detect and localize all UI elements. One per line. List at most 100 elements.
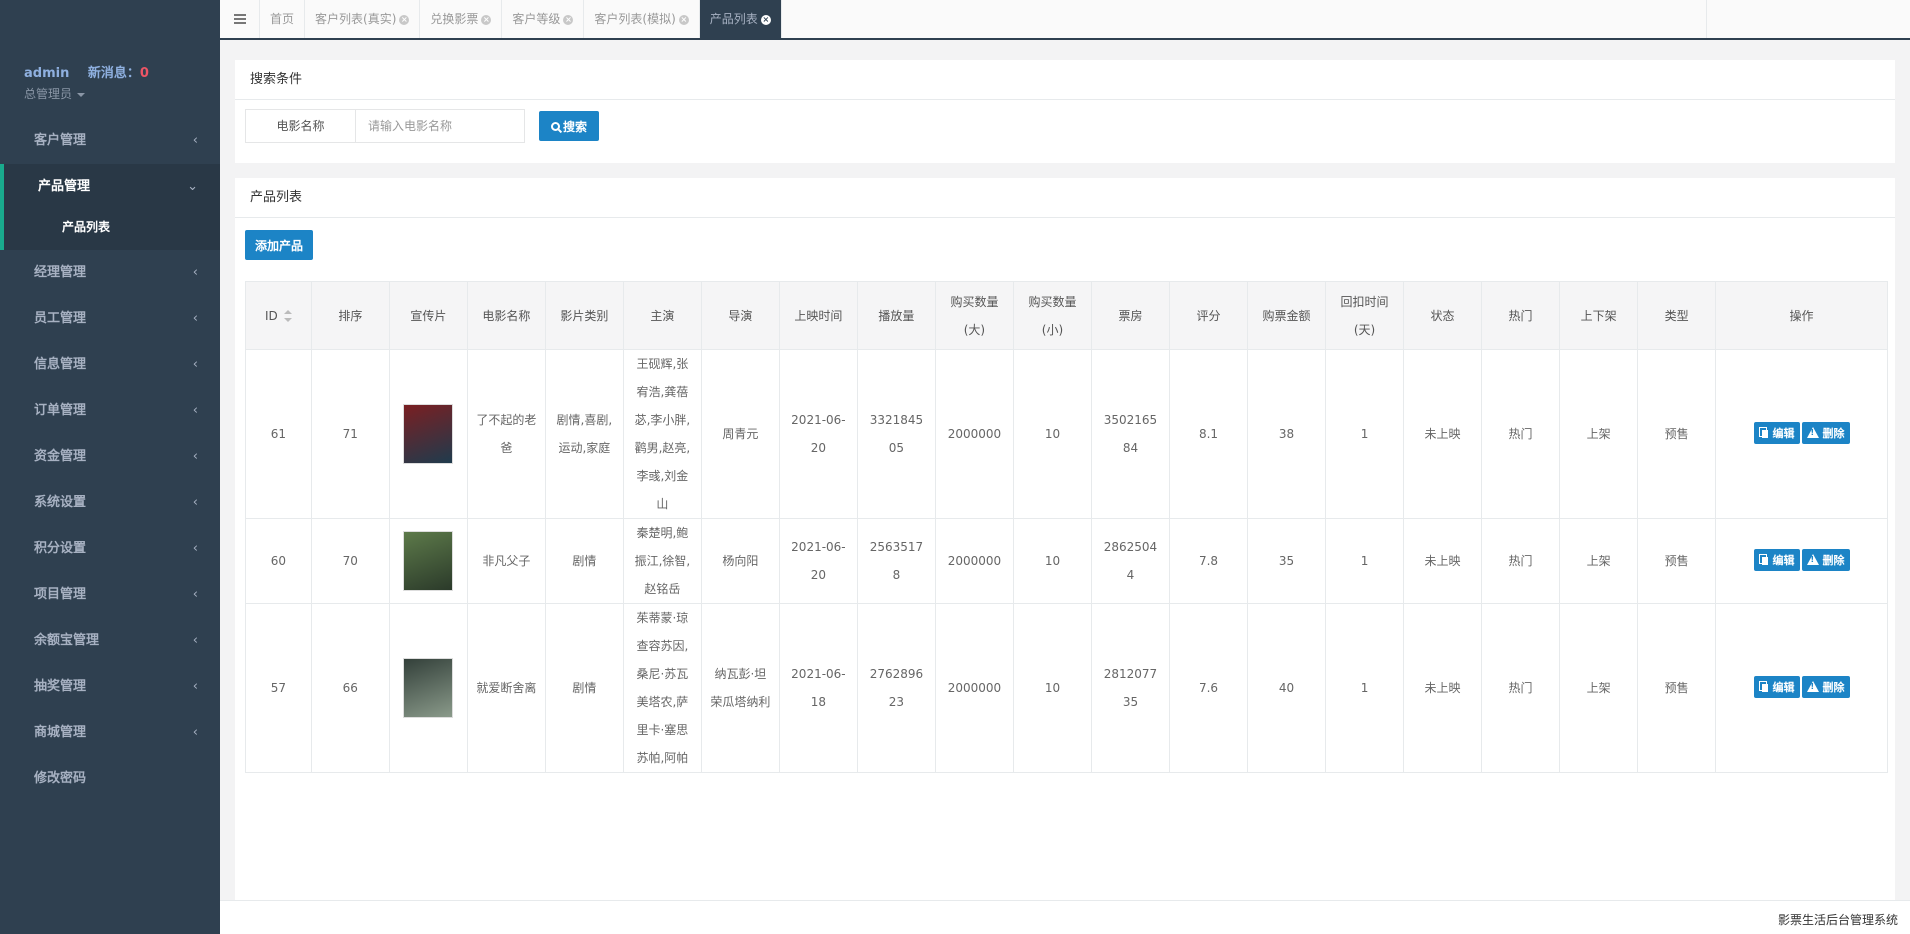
user-role-dropdown[interactable]: 总管理员	[24, 85, 220, 102]
close-icon[interactable]: ×	[481, 14, 492, 25]
sidebar-item-1[interactable]: 产品管理 ⌄	[4, 164, 220, 210]
cell-shelf: 上架	[1586, 554, 1611, 568]
table-cell: 上架	[1559, 349, 1639, 519]
sidebar-item-4[interactable]: 信息管理 ‹	[0, 342, 220, 388]
sidebar-item-label: 商城管理	[34, 725, 87, 740]
sidebar-item-7[interactable]: 系统设置 ‹	[0, 480, 220, 526]
edit-button[interactable]: 编辑	[1753, 421, 1800, 444]
delete-button[interactable]: 删除	[1801, 675, 1850, 698]
cell-name: 了不起的老爸	[476, 413, 537, 455]
column-header: 购买数量(小)	[1012, 281, 1092, 350]
close-icon[interactable]: ×	[678, 14, 689, 25]
column-header-label: 热门	[1508, 308, 1533, 323]
sidebar-item-11[interactable]: 抽奖管理 ‹	[0, 664, 220, 710]
table-cell: 就爱断舍离	[466, 603, 546, 773]
cell-release: 2021-06-20	[791, 540, 846, 582]
table-cell: 2021-06-20	[778, 349, 858, 519]
column-header: 播放量	[856, 281, 936, 350]
column-header-label: 回扣时间(天)	[1340, 294, 1389, 337]
sidebar-item-6[interactable]: 资金管理 ‹	[0, 434, 220, 480]
username[interactable]: admin	[24, 66, 69, 81]
message-count[interactable]: 0	[140, 66, 149, 81]
tab-2[interactable]: 兑换影票 ×	[420, 0, 503, 38]
cell-release: 2021-06-18	[791, 667, 846, 709]
search-button[interactable]: 搜索	[539, 111, 599, 141]
cell-director: 周青元	[722, 427, 759, 441]
cell-rating: 8.1	[1198, 427, 1219, 441]
sidebar-item-label: 抽奖管理	[34, 679, 87, 694]
sidebar-item-8[interactable]: 积分设置 ‹	[0, 526, 220, 572]
column-header: 宣传片	[388, 281, 468, 350]
user-role: 总管理员	[24, 87, 73, 101]
edit-button[interactable]: 编辑	[1753, 675, 1800, 698]
cell-id: 60	[270, 554, 287, 568]
sort-icon[interactable]	[283, 310, 292, 322]
cell-cast: 茱蒂蒙·琼查容苏因,桑尼·苏瓦美塔农,萨里卡·塞思苏帕,阿帕	[636, 611, 689, 765]
close-icon[interactable]: ×	[760, 14, 771, 25]
tab-1[interactable]: 客户列表(真实) ×	[305, 0, 421, 38]
cell-plays: 276289623	[869, 667, 924, 709]
column-header: 上下架	[1559, 281, 1639, 350]
edit-button-label: 编辑	[1772, 680, 1795, 694]
table-cell: 57	[245, 603, 312, 773]
table-cell: 了不起的老爸	[466, 349, 546, 519]
sidebar-item-label: 项目管理	[34, 587, 87, 602]
cell-price: 38	[1278, 427, 1295, 441]
tab-5[interactable]: 产品列表 ×	[699, 0, 782, 38]
tab-label: 客户列表(真实)	[315, 12, 397, 26]
sidebar-item-0[interactable]: 客户管理 ‹	[0, 118, 220, 164]
movie-name-input[interactable]	[355, 109, 525, 143]
tab-0[interactable]: 首页	[260, 0, 306, 38]
chevron-left-icon: ‹	[192, 541, 198, 556]
cell-status: 未上映	[1424, 427, 1461, 441]
table-cell: 2021-06-20	[778, 518, 858, 604]
warning-icon	[1806, 681, 1819, 692]
cell-category: 剧情	[572, 681, 597, 695]
sidebar-item-9[interactable]: 项目管理 ‹	[0, 572, 220, 618]
table-cell: 281207735	[1090, 603, 1170, 773]
warning-icon	[1806, 554, 1819, 565]
table-cell: 28625044	[1090, 518, 1170, 604]
delete-button-label: 删除	[1822, 553, 1845, 567]
sidebar-subitem-product-list[interactable]: 产品列表	[4, 210, 220, 250]
table-cell: 276289623	[856, 603, 936, 773]
table-cell: 38	[1246, 349, 1327, 519]
column-header-label: 排序	[338, 308, 363, 323]
chevron-left-icon: ‹	[192, 495, 198, 510]
sidebar-item-label: 积分设置	[34, 541, 87, 556]
delete-button[interactable]: 删除	[1801, 421, 1850, 444]
sidebar-item-label: 经理管理	[34, 265, 87, 280]
column-header-label: 购买数量(大)	[950, 294, 999, 337]
add-product-button[interactable]: 添加产品	[245, 230, 313, 260]
table-cell: 10	[1012, 603, 1092, 773]
column-header-label: ID	[265, 308, 278, 323]
sidebar-item-5[interactable]: 订单管理 ‹	[0, 388, 220, 434]
edit-button[interactable]: 编辑	[1753, 548, 1800, 571]
menu-toggle-button[interactable]	[220, 0, 260, 38]
sidebar-item-2[interactable]: 经理管理 ‹	[0, 250, 220, 296]
copy-icon	[1758, 427, 1769, 438]
cell-price: 40	[1278, 681, 1295, 695]
table-cell: 7.8	[1168, 518, 1249, 604]
close-icon[interactable]: ×	[399, 14, 410, 25]
sidebar-item-10[interactable]: 余额宝管理 ‹	[0, 618, 220, 664]
chevron-left-icon: ‹	[192, 449, 198, 464]
tab-4[interactable]: 客户列表(模拟) ×	[584, 0, 700, 38]
sidebar-item-13[interactable]: 修改密码	[0, 756, 220, 802]
table-cell: 预售	[1637, 518, 1717, 604]
sidebar-item-label: 余额宝管理	[34, 633, 100, 648]
table-cell: 茱蒂蒙·琼查容苏因,桑尼·苏瓦美塔农,萨里卡·塞思苏帕,阿帕	[622, 603, 702, 773]
column-header: 电影名称	[466, 281, 546, 350]
search-icon	[550, 121, 560, 131]
sidebar-item-3[interactable]: 员工管理 ‹	[0, 296, 220, 342]
tab-label: 产品列表	[709, 12, 758, 26]
delete-button[interactable]: 删除	[1801, 548, 1850, 571]
tab-3[interactable]: 客户等级 ×	[502, 0, 585, 38]
sidebar-item-12[interactable]: 商城管理 ‹	[0, 710, 220, 756]
message-label[interactable]: 新消息：	[88, 66, 140, 81]
column-header[interactable]: ID	[245, 281, 312, 350]
cell-shelf: 上架	[1586, 681, 1611, 695]
cell-type: 预售	[1664, 681, 1689, 695]
close-icon[interactable]: ×	[563, 14, 574, 25]
table-row: 60 70 非凡父子 剧情 秦楚明,鲍振江,徐智,赵铭岳 杨向阳 2021-06-20 256…	[245, 518, 1888, 604]
